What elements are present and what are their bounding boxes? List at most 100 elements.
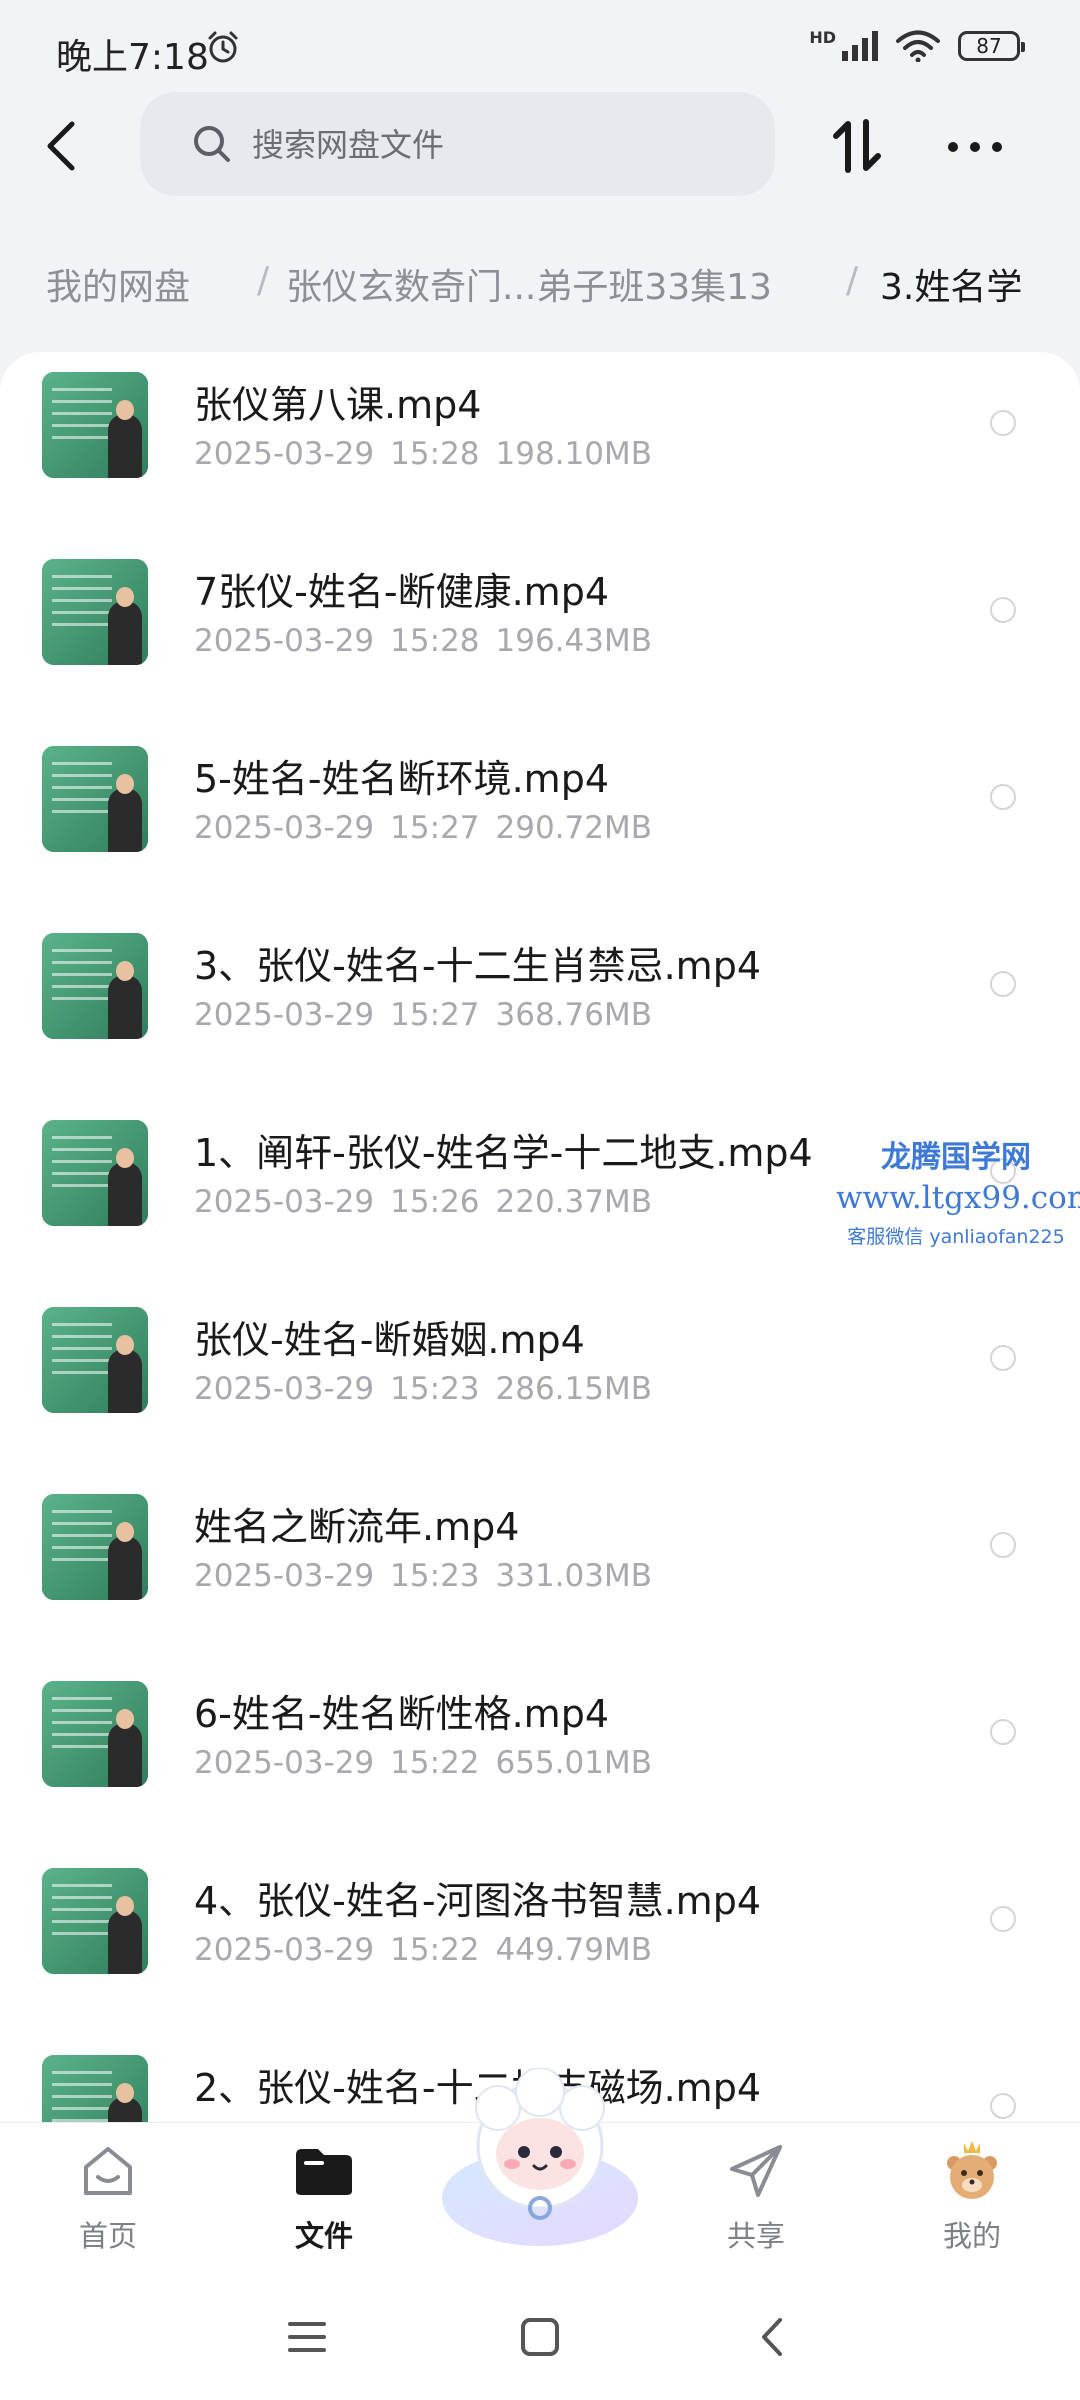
menu-icon[interactable]: [282, 2312, 332, 2362]
file-date: 2025-03-29: [194, 1371, 375, 1407]
file-size: 198.10MB: [495, 436, 652, 472]
file-size: 290.72MB: [495, 810, 652, 846]
file-size: 655.01MB: [495, 1745, 652, 1781]
file-meta: 2025-03-29 15:27 290.72MB: [194, 810, 652, 846]
file-row[interactable]: 7张仪-姓名-断健康.mp4 2025-03-29 15:28 196.43MB: [0, 539, 1080, 726]
breadcrumb-root[interactable]: 我的网盘: [46, 258, 190, 310]
file-row[interactable]: 4、张仪-姓名-河图洛书智慧.mp4 2025-03-29 15:22 449.79M…: [0, 1848, 1080, 2035]
select-radio[interactable]: [990, 1158, 1016, 1184]
select-radio[interactable]: [990, 2093, 1016, 2119]
select-radio[interactable]: [990, 1906, 1016, 1932]
file-meta: 2025-03-29 15:26 220.37MB: [194, 1184, 652, 1220]
video-thumbnail: [42, 1681, 148, 1787]
file-size: 449.79MB: [495, 1932, 652, 1968]
file-size: 220.37MB: [495, 1184, 652, 1220]
video-thumbnail: [42, 1307, 148, 1413]
breadcrumb-current: 3.姓名学: [880, 267, 1023, 308]
breadcrumb: 我的网盘 / 张仪玄数奇门...弟子班33集13 / 3.姓名学: [0, 240, 1080, 330]
file-row[interactable]: 张仪第八课.mp4 2025-03-29 15:28 198.10MB: [0, 352, 1080, 539]
file-meta: 2025-03-29 15:28 198.10MB: [194, 436, 652, 472]
send-icon: [730, 2145, 782, 2197]
mascot-assistant-icon[interactable]: [440, 2068, 640, 2248]
search-bar[interactable]: [140, 92, 775, 196]
file-time: 15:27: [390, 810, 480, 846]
select-radio[interactable]: [990, 784, 1016, 810]
file-name: 姓名之断流年.mp4: [194, 1505, 520, 1549]
file-name: 5-姓名-姓名断环境.mp4: [194, 757, 609, 801]
file-meta: 2025-03-29 15:23 286.15MB: [194, 1371, 652, 1407]
file-meta: 2025-03-29 15:23 331.03MB: [194, 1558, 652, 1594]
sort-icon[interactable]: [828, 116, 888, 176]
video-thumbnail: [42, 559, 148, 665]
file-meta: 2025-03-29 15:27 368.76MB: [194, 997, 652, 1033]
video-thumbnail: [42, 1494, 148, 1600]
select-radio[interactable]: [990, 410, 1016, 436]
select-radio[interactable]: [990, 597, 1016, 623]
file-date: 2025-03-29: [194, 1932, 375, 1968]
select-radio[interactable]: [990, 1532, 1016, 1558]
file-name: 张仪-姓名-断婚姻.mp4: [194, 1318, 585, 1362]
file-date: 2025-03-29: [194, 1745, 375, 1781]
video-thumbnail: [42, 1120, 148, 1226]
file-time: 15:23: [390, 1558, 480, 1594]
breadcrumb-parent[interactable]: 张仪玄数奇门...弟子班33集13: [286, 258, 772, 310]
bear-avatar-icon: [947, 2141, 997, 2199]
nav-share-label: 共享: [726, 2219, 785, 2253]
file-time: 15:27: [390, 997, 480, 1033]
file-time: 15:28: [390, 623, 480, 659]
video-thumbnail: [42, 1868, 148, 1974]
file-row[interactable]: 6-姓名-姓名断性格.mp4 2025-03-29 15:22 655.01MB: [0, 1661, 1080, 1848]
nav-mine[interactable]: 我的: [902, 2139, 1042, 2255]
file-name: 3、张仪-姓名-十二生肖禁忌.mp4: [194, 944, 761, 988]
file-row[interactable]: 1、阐轩-张仪-姓名学-十二地支.mp4 2025-03-29 15:26 220.3…: [0, 1100, 1080, 1287]
file-date: 2025-03-29: [194, 436, 375, 472]
nav-files-label: 文件: [294, 2219, 353, 2253]
file-name: 张仪第八课.mp4: [194, 383, 482, 427]
video-thumbnail: [42, 372, 148, 478]
file-date: 2025-03-29: [194, 623, 375, 659]
file-time: 15:22: [390, 1932, 480, 1968]
select-radio[interactable]: [990, 1345, 1016, 1371]
file-list: 张仪第八课.mp4 2025-03-29 15:28 198.10MB 7张仪-姓名-断…: [0, 352, 1080, 2122]
battery-indicator: 87: [958, 31, 1025, 61]
file-size: 286.15MB: [495, 1371, 652, 1407]
status-bar: 晚上7:18 HD 87: [0, 0, 1080, 100]
file-time: 15:26: [390, 1184, 480, 1220]
nav-home-label: 首页: [78, 2219, 137, 2253]
video-thumbnail: [42, 2055, 148, 2122]
nav-share[interactable]: 共享: [686, 2139, 826, 2255]
file-row[interactable]: 3、张仪-姓名-十二生肖禁忌.mp4 2025-03-29 15:27 368.76M…: [0, 913, 1080, 1100]
file-time: 15:28: [390, 436, 480, 472]
file-size: 196.43MB: [495, 623, 652, 659]
signal-icon: [842, 31, 878, 61]
network-type-label: HD: [809, 27, 836, 47]
file-row[interactable]: 5-姓名-姓名断环境.mp4 2025-03-29 15:27 290.72MB: [0, 726, 1080, 913]
file-date: 2025-03-29: [194, 1558, 375, 1594]
file-row[interactable]: 张仪-姓名-断婚姻.mp4 2025-03-29 15:23 286.15MB: [0, 1287, 1080, 1474]
wifi-icon: [896, 30, 940, 62]
video-thumbnail: [42, 746, 148, 852]
alarm-icon: [208, 31, 238, 63]
file-name: 4、张仪-姓名-河图洛书智慧.mp4: [194, 1879, 761, 1923]
file-date: 2025-03-29: [194, 1184, 375, 1220]
file-time: 15:23: [390, 1371, 480, 1407]
file-size: 368.76MB: [495, 997, 652, 1033]
file-row[interactable]: 姓名之断流年.mp4 2025-03-29 15:23 331.03MB: [0, 1474, 1080, 1661]
file-meta: 2025-03-29 15:28 196.43MB: [194, 623, 652, 659]
nav-home[interactable]: 首页: [38, 2139, 178, 2255]
file-meta: 2025-03-29 15:22 449.79MB: [194, 1932, 652, 1968]
status-time: 晚上7:18: [56, 37, 209, 78]
back-arrow-icon[interactable]: [38, 114, 86, 178]
select-radio[interactable]: [990, 1719, 1016, 1745]
home-square-icon[interactable]: [515, 2312, 565, 2362]
back-icon[interactable]: [748, 2312, 798, 2362]
folder-icon: [296, 2149, 352, 2195]
nav-files[interactable]: 文件: [254, 2139, 394, 2255]
file-size: 331.03MB: [495, 1558, 652, 1594]
video-thumbnail: [42, 933, 148, 1039]
home-icon: [84, 2147, 132, 2195]
search-input[interactable]: [250, 116, 734, 174]
file-meta: 2025-03-29 15:22 655.01MB: [194, 1745, 652, 1781]
more-options-icon[interactable]: [945, 132, 1005, 162]
select-radio[interactable]: [990, 971, 1016, 997]
